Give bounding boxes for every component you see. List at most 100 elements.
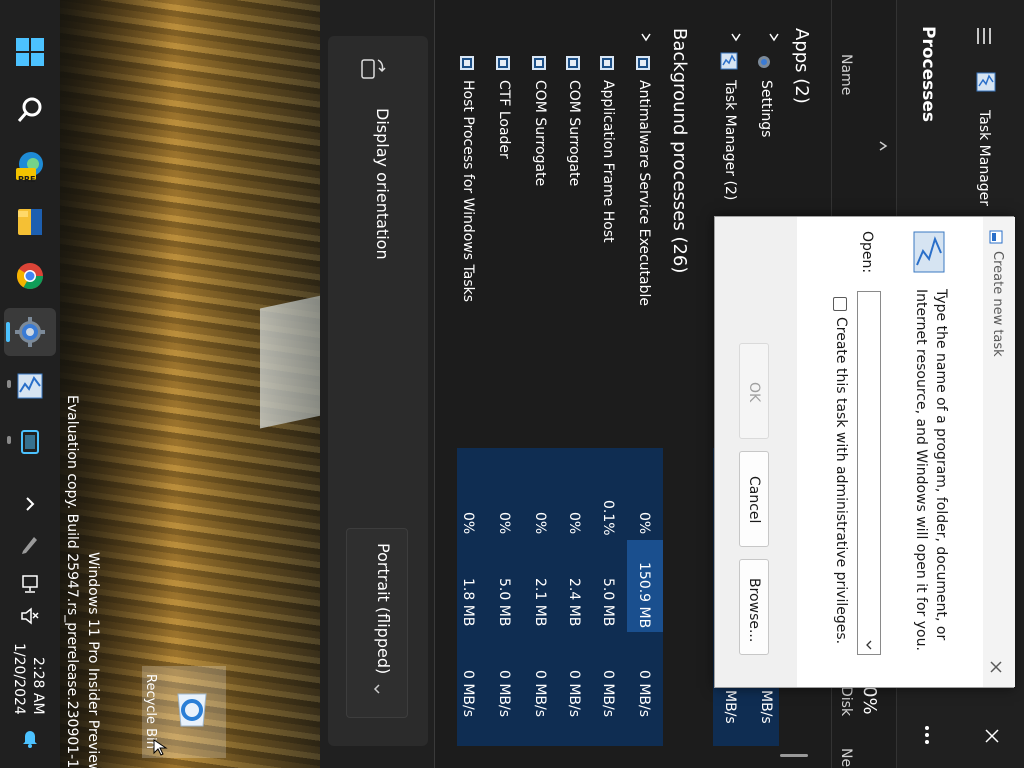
clock-time[interactable]: 2:28 AM — [30, 657, 46, 715]
process-cpu: 0% — [460, 512, 476, 535]
edge-preview-badge: PRE — [18, 175, 36, 184]
app-name: Task Manager (2) — [722, 80, 738, 201]
orientation-value: Portrait (flipped) — [374, 543, 393, 675]
column-name[interactable]: Name — [838, 54, 854, 95]
task-manager-scrollbar[interactable] — [780, 754, 808, 757]
chrome-icon[interactable] — [12, 258, 48, 294]
process-disk: 0 MB/s — [532, 670, 548, 718]
windows-start-icon[interactable] — [12, 34, 48, 70]
apps-header: Apps (2) — [791, 28, 812, 104]
process-memory: 2.4 MB — [566, 578, 582, 627]
process-cpu: 0% — [496, 512, 512, 535]
process-disk: 0 MB/s — [566, 670, 582, 718]
app-name: Settings — [758, 80, 774, 138]
process-icon — [566, 56, 580, 70]
process-icon — [496, 56, 510, 70]
process-disk: 0 MB/s — [636, 670, 652, 718]
cancel-button[interactable]: Cancel — [739, 451, 769, 547]
desktop-screen: PRE 2:28 AM 1/20/2024 Windows 11 Pro Ins… — [0, 0, 1024, 768]
process-disk: 0 MB/s — [460, 670, 476, 718]
process-icon — [460, 56, 474, 70]
clock-date[interactable]: 1/20/2024 — [11, 643, 27, 715]
browse-button[interactable]: Browse... — [739, 559, 769, 655]
admin-privileges-checkbox[interactable] — [833, 297, 847, 311]
chevron-down-icon — [730, 28, 742, 47]
settings-window: Display orientation Portrait (flipped) — [320, 0, 434, 768]
orientation-dropdown[interactable]: Portrait (flipped) — [346, 528, 408, 718]
process-cpu: 0% — [566, 512, 582, 535]
dialog-description-line2: Internet resource, and Windows will open… — [913, 289, 929, 651]
process-memory: 2.1 MB — [532, 578, 548, 627]
admin-privileges-label: Create this task with administrative pri… — [833, 317, 849, 645]
watermark-line1: Windows 11 Pro Insider Preview — [85, 552, 101, 768]
dialog-title: Create new task — [990, 251, 1005, 357]
recycle-bin-icon — [172, 690, 212, 734]
process-name: Antimalware Service Executable — [636, 80, 652, 307]
task-manager-title: Task Manager — [976, 110, 992, 207]
process-memory: 5.0 MB — [496, 578, 512, 627]
process-name: Host Process for Windows Tasks — [460, 80, 476, 303]
taskbar: PRE 2:28 AM 1/20/2024 — [0, 0, 60, 768]
open-label: Open: — [859, 231, 875, 274]
background-processes-header: Background processes (26) — [669, 28, 690, 274]
process-disk: 0 MB/s — [496, 670, 512, 718]
dialog-description-line1: Type the name of a program, folder, docu… — [933, 289, 949, 641]
process-name: COM Surrogate — [566, 80, 582, 187]
gear-icon — [756, 54, 772, 74]
chevron-right-icon[interactable] — [12, 486, 48, 522]
display-orientation-icon — [358, 54, 386, 86]
chevron-down-icon — [370, 681, 384, 700]
process-icon — [532, 56, 546, 70]
browse-label: Browse... — [746, 578, 762, 643]
edge-preview-icon[interactable]: PRE — [12, 148, 48, 184]
watermark-line2: Evaluation copy. Build 25947.rs_prerelea… — [64, 395, 80, 768]
process-icon — [636, 56, 650, 70]
close-icon[interactable] — [984, 728, 1000, 748]
task-manager-icon[interactable] — [12, 368, 48, 404]
process-disk: 0 MB/s — [600, 670, 616, 718]
app-icon[interactable] — [12, 424, 48, 460]
process-name: CTF Loader — [496, 80, 512, 159]
process-name: COM Surrogate — [532, 80, 548, 187]
create-new-task-dialog: Create new task Type the name of a progr… — [714, 216, 1015, 688]
app-disk: MB/s — [722, 690, 738, 724]
running-indicator — [7, 436, 11, 444]
open-input[interactable] — [857, 291, 881, 655]
file-explorer-icon[interactable] — [12, 204, 48, 240]
volume-mute-icon[interactable] — [12, 598, 48, 634]
settings-icon[interactable] — [12, 314, 48, 350]
more-options-icon[interactable] — [916, 724, 938, 750]
app-disk: MB/s — [758, 690, 774, 724]
chevron-down-icon — [640, 28, 652, 47]
chevron-down-icon — [768, 28, 780, 47]
task-manager-icon — [913, 231, 945, 277]
process-name: Application Frame Host — [600, 80, 616, 243]
process-cpu: 0% — [532, 512, 548, 535]
task-manager-icon — [720, 52, 738, 74]
process-memory: 150.9 MB — [636, 562, 652, 629]
search-icon[interactable] — [12, 92, 48, 128]
ok-button[interactable]: OK — [739, 343, 769, 439]
process-cpu: 0.1% — [600, 500, 616, 536]
run-dialog-icon — [989, 229, 1003, 248]
processes-title: Processes — [918, 26, 938, 123]
column-disk[interactable]: Disk — [838, 686, 854, 716]
network-icon[interactable] — [12, 566, 48, 602]
chevron-down-icon[interactable] — [863, 636, 875, 655]
hamburger-menu-icon[interactable] — [974, 26, 994, 50]
active-indicator — [6, 322, 10, 342]
expand-arrow-icon[interactable] — [876, 138, 890, 157]
cancel-label: Cancel — [746, 476, 762, 524]
notification-bell-icon[interactable] — [12, 720, 48, 756]
mouse-cursor-icon — [152, 738, 170, 760]
close-icon[interactable] — [989, 659, 1003, 678]
ok-label: OK — [746, 382, 762, 403]
column-network[interactable]: Ne — [838, 748, 854, 767]
process-memory: 1.8 MB — [460, 578, 476, 627]
display-orientation-label: Display orientation — [373, 108, 392, 260]
pen-icon[interactable] — [12, 526, 48, 562]
process-icon — [600, 56, 614, 70]
task-manager-icon — [976, 72, 996, 96]
process-cpu: 0% — [636, 512, 652, 535]
disk-total: 0% — [859, 686, 880, 715]
